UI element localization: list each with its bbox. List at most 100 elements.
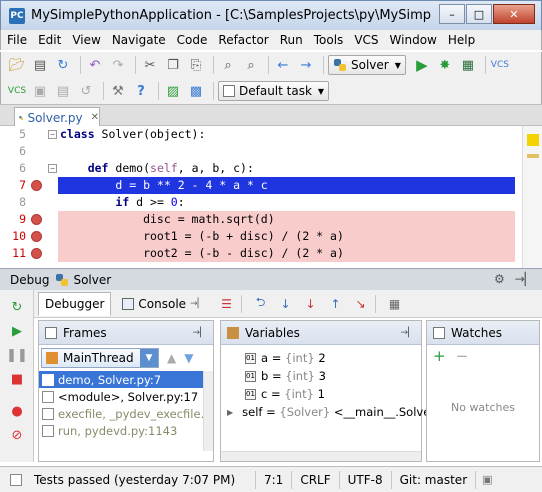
frame-item[interactable]: demo, Solver.py:7 bbox=[39, 371, 213, 388]
replace-icon[interactable]: ⌕ bbox=[241, 55, 261, 75]
warning-marker-icon[interactable] bbox=[527, 134, 539, 146]
vcs-update-icon[interactable]: VCS bbox=[490, 55, 510, 75]
code-editor[interactable]: 5 − class Solver(object): 6 6 − def demo… bbox=[0, 126, 542, 268]
terminal-icon[interactable]: ▩ bbox=[186, 81, 206, 101]
marker[interactable] bbox=[527, 154, 539, 158]
breakpoint-icon[interactable] bbox=[31, 231, 42, 242]
add-watch-icon[interactable]: + bbox=[433, 347, 446, 365]
pin-icon[interactable]: →▏ bbox=[515, 272, 534, 286]
step-out-icon[interactable]: ↑ bbox=[326, 294, 346, 314]
run-to-cursor-icon[interactable]: ↘ bbox=[351, 294, 371, 314]
watches-panel: Watches + − No watches bbox=[426, 320, 540, 462]
variable-row[interactable]: 01 c = {int} 1 bbox=[221, 385, 421, 403]
menu-bar: File Edit View Navigate Code Refactor Ru… bbox=[0, 30, 542, 50]
frame-item[interactable]: execfile, _pydev_execfile.py bbox=[39, 405, 213, 422]
close-tab-icon[interactable]: ✕ bbox=[91, 112, 99, 123]
fold-icon[interactable]: − bbox=[48, 130, 57, 139]
variables-title: Variables bbox=[245, 325, 300, 340]
open-folder-icon[interactable]: 📂︎ bbox=[7, 55, 27, 75]
menu-tools[interactable]: Tools bbox=[314, 33, 344, 47]
tool-windows-icon[interactable] bbox=[10, 473, 22, 486]
fold-icon[interactable]: − bbox=[48, 164, 57, 173]
coverage-icon[interactable]: ▦ bbox=[458, 55, 478, 75]
python-console-icon[interactable]: ▨ bbox=[163, 81, 183, 101]
copy-icon[interactable]: ❐ bbox=[163, 55, 183, 75]
pin-icon[interactable]: →▏ bbox=[190, 299, 204, 309]
back-icon[interactable]: ← bbox=[273, 55, 293, 75]
step-over-icon[interactable]: ⮌ bbox=[251, 294, 271, 314]
show-execution-point-icon[interactable]: ☰ bbox=[217, 294, 237, 314]
run-config-selector[interactable]: Solver ▼ bbox=[328, 55, 406, 75]
pin-icon[interactable]: →▏ bbox=[193, 328, 207, 338]
sync-icon[interactable]: ↻ bbox=[53, 55, 73, 75]
revert-icon[interactable]: ↺ bbox=[76, 81, 96, 101]
menu-window[interactable]: Window bbox=[390, 33, 437, 47]
mute-breakpoints-icon[interactable]: ⊘ bbox=[8, 426, 26, 444]
save-all-icon[interactable]: ▤ bbox=[30, 55, 50, 75]
caret-position[interactable]: 7:1 bbox=[256, 470, 293, 489]
menu-run[interactable]: Run bbox=[280, 33, 303, 47]
history-icon[interactable]: ▤ bbox=[53, 81, 73, 101]
frame-item[interactable]: run, pydevd.py:1143 bbox=[39, 422, 213, 439]
evaluate-expression-icon[interactable]: ▦ bbox=[385, 294, 405, 314]
settings-wrench-icon[interactable]: ⚒ bbox=[108, 81, 128, 101]
pause-icon[interactable]: ❚❚ bbox=[6, 346, 28, 364]
editor-error-stripe[interactable] bbox=[522, 126, 542, 268]
breakpoint-icon[interactable] bbox=[31, 248, 42, 259]
menu-edit[interactable]: Edit bbox=[38, 33, 61, 47]
menu-file[interactable]: File bbox=[7, 33, 27, 47]
menu-help[interactable]: Help bbox=[448, 33, 475, 47]
minimize-button[interactable]: – bbox=[439, 4, 465, 24]
code-line: 8 if d >= 0: bbox=[0, 194, 515, 211]
find-icon[interactable]: ⌕ bbox=[218, 55, 238, 75]
menu-view[interactable]: View bbox=[72, 33, 100, 47]
vcs-branch[interactable]: Git: master bbox=[392, 470, 477, 489]
variable-row[interactable]: 01 a = {int} 2 bbox=[221, 349, 421, 367]
view-breakpoints-icon[interactable]: ● bbox=[8, 402, 26, 420]
forward-icon[interactable]: → bbox=[296, 55, 316, 75]
vcs-commit-icon[interactable]: VCS bbox=[7, 81, 27, 101]
remove-watch-icon[interactable]: − bbox=[456, 347, 469, 365]
resume-icon[interactable]: ▶ bbox=[8, 322, 26, 340]
debug-bug-icon[interactable]: ✸ bbox=[435, 55, 455, 75]
breakpoint-icon[interactable] bbox=[31, 180, 42, 191]
frame-down-icon[interactable]: ▼ bbox=[184, 351, 193, 365]
frames-scrollbar[interactable] bbox=[203, 371, 213, 451]
gear-icon[interactable]: ⚙ bbox=[494, 272, 505, 286]
code-text: root2 = (-b - disc) / (2 * a) bbox=[58, 245, 515, 262]
editor-tab-solver[interactable]: Solver.py ✕ bbox=[14, 107, 100, 127]
pin-icon[interactable]: →▏ bbox=[401, 328, 415, 338]
menu-code[interactable]: Code bbox=[177, 33, 208, 47]
tab-debugger[interactable]: Debugger bbox=[38, 291, 112, 316]
paste-icon[interactable]: ⎘ bbox=[186, 55, 206, 75]
variable-row[interactable]: 01 b = {int} 3 bbox=[221, 367, 421, 385]
lock-status-icon[interactable]: ▣ bbox=[482, 473, 492, 486]
variables-header: Variables →▏ bbox=[221, 321, 421, 345]
line-separator[interactable]: CRLF bbox=[292, 470, 340, 489]
thread-selector[interactable]: MainThread ▼ bbox=[41, 348, 159, 368]
step-into-icon[interactable]: ↓ bbox=[276, 294, 296, 314]
variable-row[interactable]: ▶ self = {Solver} <__main__.Solve bbox=[221, 403, 430, 421]
stop-icon[interactable]: ■ bbox=[8, 370, 26, 388]
expand-arrow-icon[interactable]: ▶ bbox=[227, 408, 233, 417]
tab-console[interactable]: Console →▏ bbox=[115, 292, 211, 316]
menu-navigate[interactable]: Navigate bbox=[112, 33, 166, 47]
menu-vcs[interactable]: VCS bbox=[354, 33, 378, 47]
maximize-button[interactable]: □ bbox=[466, 4, 492, 24]
run-icon[interactable]: ▶ bbox=[412, 55, 432, 75]
file-encoding[interactable]: UTF-8 bbox=[340, 470, 392, 489]
frame-up-icon[interactable]: ▲ bbox=[167, 351, 176, 365]
force-step-into-icon[interactable]: ↓ bbox=[301, 294, 321, 314]
lock-icon[interactable]: ▣ bbox=[30, 81, 50, 101]
breakpoint-icon[interactable] bbox=[31, 214, 42, 225]
menu-refactor[interactable]: Refactor bbox=[218, 33, 268, 47]
variables-scrollbar[interactable] bbox=[221, 451, 421, 461]
undo-icon[interactable]: ↶ bbox=[85, 55, 105, 75]
redo-icon[interactable]: ↷ bbox=[108, 55, 128, 75]
cut-icon[interactable]: ✂ bbox=[140, 55, 160, 75]
close-window-button[interactable]: ✕ bbox=[493, 4, 535, 24]
task-selector[interactable]: Default task ▼ bbox=[218, 81, 330, 101]
frame-item[interactable]: <module>, Solver.py:17 bbox=[39, 388, 213, 405]
rerun-icon[interactable]: ↻ bbox=[8, 298, 26, 316]
help-icon[interactable]: ? bbox=[131, 81, 151, 101]
